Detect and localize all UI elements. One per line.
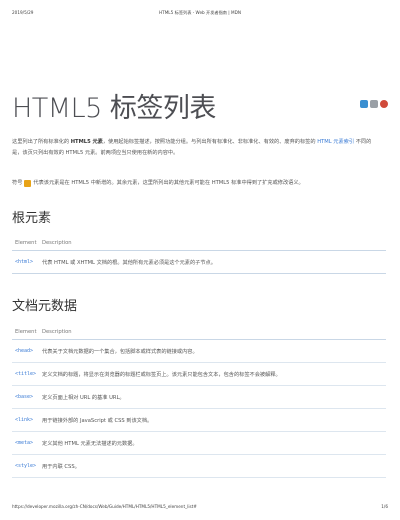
table-row: <link> 用于链接外部的 JavaScript 或 CSS 到该文档。 [12, 409, 386, 432]
element-description: 代表关于文档元数据的一个集合，包括脚本或样式表的链接或内容。 [42, 348, 198, 355]
table-row: <style> 用于内联 CSS。 [12, 455, 386, 478]
element-tag-link[interactable]: <link> [12, 417, 42, 423]
metadata-table: Element Description <head> 代表关于文档元数据的一个集… [12, 325, 386, 478]
table-row: <title> 定义文档的标题，将显示在浏览器的标题栏或标签页上。该元素只能包含… [12, 363, 386, 386]
weibo-icon[interactable] [380, 100, 388, 108]
intro-part1: 这里列出了所有标准化的 [12, 139, 71, 145]
share-icon[interactable] [360, 100, 368, 108]
note-text: 代表该元素是在 HTML5 中新增的。其余元素，这里所列出的其他元素可能在 HT… [33, 180, 304, 186]
element-tag-link[interactable]: <title> [12, 371, 42, 377]
table-row: <head> 代表关于文档元数据的一个集合，包括脚本或样式表的链接或内容。 [12, 340, 386, 363]
page-number: 1/6 [381, 504, 388, 509]
page-title: HTML5 标签列表 [12, 93, 216, 124]
element-tag-link[interactable]: <style> [12, 463, 42, 469]
root-element-table: Element Description <html> 代表 HTML 或 XHT… [12, 236, 386, 274]
element-tag-link[interactable]: <head> [12, 348, 42, 354]
print-footer: https://developer.mozilla.org/zh-CN/docs… [12, 504, 388, 512]
intro-bold: HTML5 元素 [70, 139, 103, 145]
section-heading-metadata: 文档元数据 [12, 299, 78, 314]
element-description: 定义其他 HTML 元素无法描述的元数据。 [42, 440, 138, 447]
element-tag-link[interactable]: <html> [12, 259, 42, 265]
element-description: 用于链接外部的 JavaScript 或 CSS 到该文档。 [42, 417, 153, 424]
element-tag-link[interactable]: <base> [12, 394, 42, 400]
element-tag-link[interactable]: <meta> [12, 440, 42, 446]
table-row: <base> 定义页面上相对 URL 的基准 URL。 [12, 386, 386, 409]
col-element: Element [15, 240, 37, 246]
element-description: 定义页面上相对 URL 的基准 URL。 [42, 394, 125, 401]
col-description: Description [42, 240, 72, 246]
print-page-title: HTML5 标签列表 - Web 开发者指南 | MDN [158, 10, 241, 15]
print-url: https://developer.mozilla.org/zh-CN/docs… [12, 504, 197, 509]
html5-new-icon [24, 180, 32, 187]
print-icon[interactable] [370, 100, 378, 108]
table-row: <html> 代表 HTML 或 XHTML 文档的根。其他所有元素必须是这个元… [12, 251, 386, 274]
section-heading-root: 根元素 [12, 211, 52, 226]
social-icons [360, 100, 388, 108]
element-description: 用于内联 CSS。 [42, 463, 80, 470]
col-element: Element [15, 329, 37, 335]
intro-paragraph: 这里列出了所有标准化的 HTML5 元素，使用起始标签描述，按照功能分组。与列出… [12, 137, 374, 159]
new-element-note: 符号 代表该元素是在 HTML5 中新增的。其余元素，这里所列出的其他元素可能在… [12, 179, 380, 188]
note-prefix: 符号 [12, 180, 23, 186]
col-description: Description [42, 329, 72, 335]
element-index-link[interactable]: HTML 元素索引 [317, 139, 354, 145]
element-description: 代表 HTML 或 XHTML 文档的根。其他所有元素必须是这个元素的子节点。 [42, 259, 216, 266]
table-header: Element Description [12, 236, 386, 251]
intro-part2: ，使用起始标签描述，按照功能分组。与列出所有标准化、非标准化、有效的、废弃的标签… [102, 139, 318, 145]
element-description: 定义文档的标题，将显示在浏览器的标题栏或标签页上。该元素只能包含文本，包含的标签… [42, 371, 281, 378]
table-row: <meta> 定义其他 HTML 元素无法描述的元数据。 [12, 432, 386, 455]
table-header: Element Description [12, 325, 386, 340]
print-header: 2019/5/29 HTML5 标签列表 - Web 开发者指南 | MDN [12, 10, 388, 20]
